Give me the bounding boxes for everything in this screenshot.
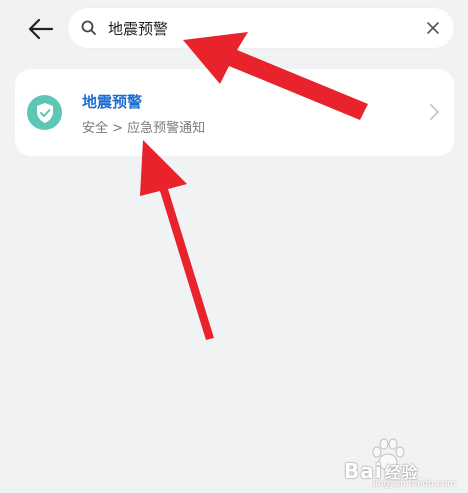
baidu-jingyan-watermark: Bai 经验 jingyan.baidu.com [342,431,460,489]
back-arrow-icon [28,18,54,40]
result-title: 地震预警 [82,93,143,111]
annotation-arrow-result [140,140,214,340]
watermark-url: jingyan.baidu.com [372,479,456,489]
shield-check-icon [27,95,62,130]
result-path: 安全 > 应急预警通知 [82,121,206,136]
search-result-item[interactable]: 地震预警 安全 > 应急预警通知 [15,69,454,156]
close-icon[interactable] [424,19,442,37]
back-button[interactable] [24,12,58,46]
search-input[interactable] [108,8,408,48]
search-icon [81,20,96,35]
chevron-right-icon [430,104,439,120]
search-bar[interactable] [68,8,454,48]
top-bar [0,0,468,60]
